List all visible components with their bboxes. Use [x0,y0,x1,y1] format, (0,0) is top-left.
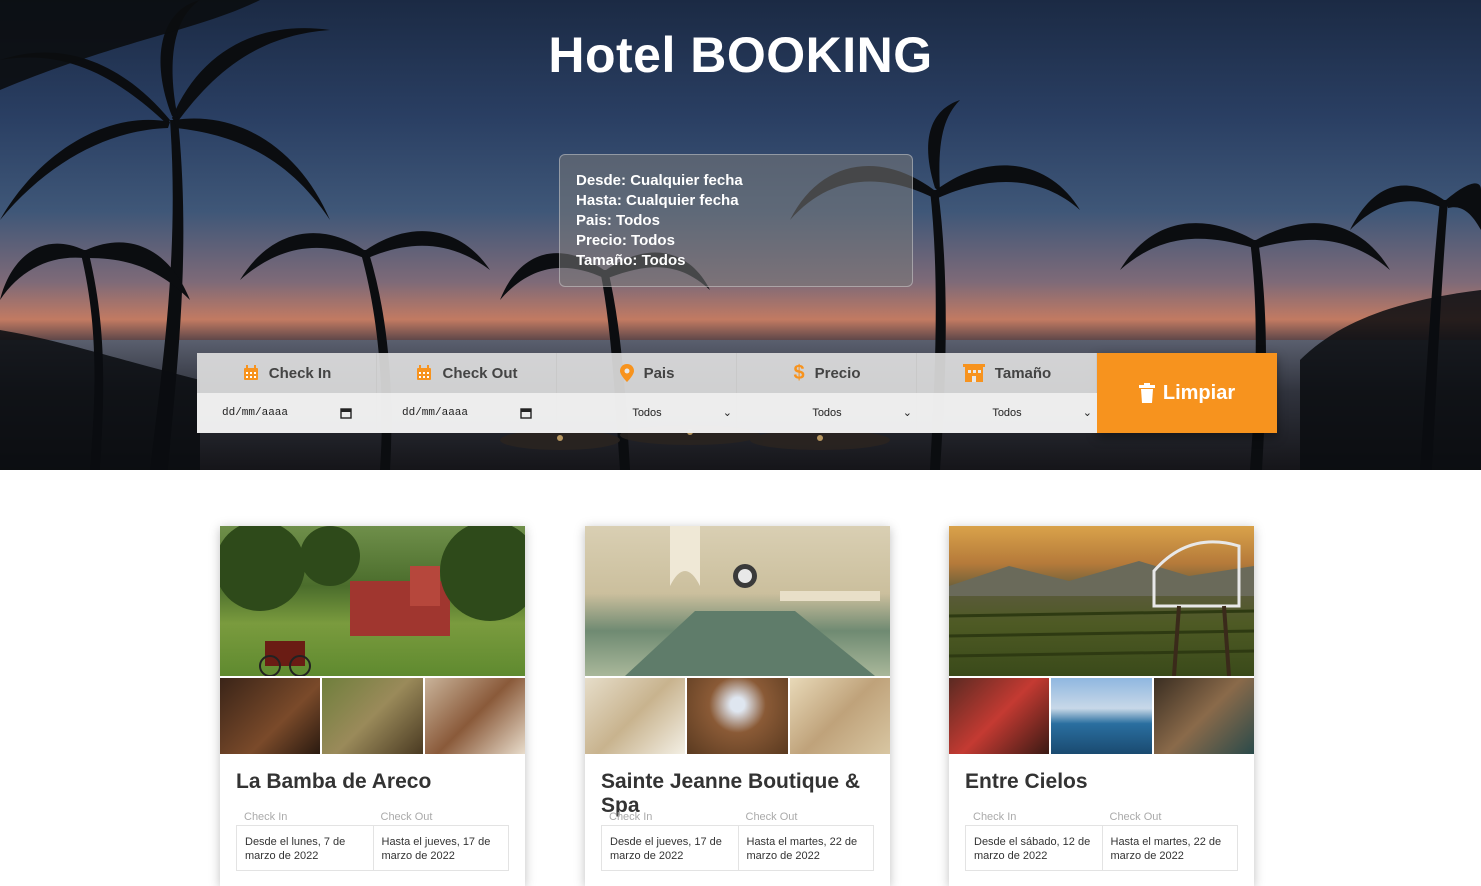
summary-precio-value: Todos [631,232,675,249]
map-pin-icon [619,364,634,382]
hotel-thumbnail[interactable] [687,678,788,754]
filter-tamano-label: Tamaño [994,364,1052,382]
filter-bar: Check In dd/mm/aaaa Check Out dd/mm/aaaa… [197,353,1277,433]
dollar-icon: $ [793,361,805,384]
summary-precio-label: Precio: [576,232,627,249]
hotel-card[interactable]: La Bamba de Areco Check In Check Out Des… [220,526,525,886]
calendar-icon [417,365,432,380]
checkin-date-placeholder: dd/mm/aaaa [222,407,289,419]
summary-tamano-label: Tamaño: [576,252,638,269]
hotel-thumbnail[interactable] [322,678,423,754]
calendar-icon [243,365,258,380]
estancia-photo [220,526,525,677]
pais-select[interactable]: Todos ⌄ [557,393,737,433]
checkout-date-placeholder: dd/mm/aaaa [402,407,469,419]
checkout-date: Hasta el jueves, 17 de marzo de 2022 [372,826,509,870]
date-picker-icon[interactable] [340,407,352,419]
filter-checkin: Check In dd/mm/aaaa [197,353,377,433]
summary-hasta-label: Hasta: [576,192,622,209]
hotel-thumbnail[interactable] [220,678,321,754]
hotel-main-photo[interactable] [949,526,1254,677]
hotel-name[interactable]: Entre Cielos [965,770,1088,794]
summary-tamano: Tamaño: Todos [576,251,896,271]
hotel-dates-labels: Check In Check Out [965,811,1238,823]
summary-tamano-value: Todos [641,252,686,269]
hotel-thumbnail[interactable] [1051,678,1152,754]
date-picker-icon[interactable] [520,407,532,419]
checkin-date-input[interactable]: dd/mm/aaaa [197,393,377,433]
summary-pais: Pais: Todos [576,211,896,231]
precio-select[interactable]: Todos ⌄ [737,393,917,433]
hotel-thumbnail[interactable] [789,678,890,754]
hotel-dates: Desde el jueves, 17 de marzo de 2022 Has… [601,825,874,871]
summary-hasta: Hasta: Cualquier fecha [576,191,896,211]
filter-checkout: Check Out dd/mm/aaaa [377,353,557,433]
chevron-down-icon: ⌄ [722,407,732,419]
filter-pais: Pais Todos ⌄ [557,353,737,433]
filter-checkin-header: Check In [197,353,377,393]
checkout-label: Check Out [380,811,433,823]
filter-pais-header: Pais [557,353,737,393]
hotel-thumbnails [220,678,525,754]
hotel-thumbnail[interactable] [585,678,686,754]
filter-checkout-header: Check Out [377,353,557,393]
filter-tamano: Tamaño Todos ⌄ [917,353,1097,433]
summary-hasta-value: Cualquier fecha [626,192,739,209]
trash-icon [1138,383,1155,403]
summary-desde-value: Cualquier fecha [630,172,743,189]
precio-selected-value: Todos [812,407,842,419]
tamano-select[interactable]: Todos ⌄ [917,393,1097,433]
hotel-icon [962,364,985,382]
hotel-dates: Desde el sábado, 12 de marzo de 2022 Has… [965,825,1238,871]
checkout-date: Hasta el martes, 22 de marzo de 2022 [1101,826,1238,870]
page-title: Hotel BOOKING [548,27,933,83]
filter-precio: $ Precio Todos ⌄ [737,353,917,433]
filter-tamano-header: Tamaño [917,353,1097,393]
summary-pais-value: Todos [616,212,660,229]
checkin-date: Desde el sábado, 12 de marzo de 2022 [974,836,1091,862]
summary-desde: Desde: Cualquier fecha [576,171,896,191]
hotel-thumbnail[interactable] [1153,678,1254,754]
pais-selected-value: Todos [632,407,662,419]
filter-precio-label: Precio [814,364,861,382]
filter-precio-header: $ Precio [737,353,917,393]
checkin-label: Check In [244,811,288,823]
hotel-thumbnails [585,678,890,754]
summary-desde-label: Desde: [576,172,627,189]
hotel-card[interactable]: Sainte Jeanne Boutique & Spa Check In Ch… [585,526,890,886]
filter-checkin-label: Check In [268,364,332,382]
hotel-thumbnails [949,678,1254,754]
chevron-down-icon: ⌄ [902,407,912,419]
hotel-dates-labels: Check In Check Out [236,811,509,823]
chevron-down-icon: ⌄ [1082,407,1092,419]
hotel-dates: Desde el lunes, 7 de marzo de 2022 Hasta… [236,825,509,871]
checkout-label: Check Out [1109,811,1162,823]
tamano-selected-value: Todos [992,407,1022,419]
filter-checkout-label: Check Out [442,364,518,382]
spa-pool-photo [625,526,880,676]
hotel-thumbnail[interactable] [424,678,525,754]
filter-pais-label: Pais [643,364,675,382]
checkin-date: Desde el lunes, 7 de marzo de 2022 [245,836,346,862]
checkout-date: Hasta el martes, 22 de marzo de 2022 [737,826,874,870]
filter-summary-panel: Desde: Cualquier fecha Hasta: Cualquier … [559,154,913,287]
clear-filters-label: Limpiar [1162,381,1236,404]
checkout-label: Check Out [745,811,798,823]
clear-filters-button[interactable]: Limpiar [1097,353,1277,433]
summary-precio: Precio: Todos [576,231,896,251]
checkin-label: Check In [973,811,1017,823]
hotel-card[interactable]: Entre Cielos Check In Check Out Desde el… [949,526,1254,886]
checkin-date: Desde el jueves, 17 de marzo de 2022 [610,836,722,862]
hotel-name[interactable]: La Bamba de Areco [236,770,431,794]
checkout-date-input[interactable]: dd/mm/aaaa [377,393,557,433]
hotel-dates-labels: Check In Check Out [601,811,874,823]
hotel-main-photo[interactable] [220,526,525,677]
vineyard-photo [949,540,1254,677]
hotel-thumbnail[interactable] [949,678,1050,754]
hotel-main-photo[interactable] [585,526,890,676]
summary-pais-label: Pais: [576,212,612,229]
checkin-label: Check In [609,811,653,823]
